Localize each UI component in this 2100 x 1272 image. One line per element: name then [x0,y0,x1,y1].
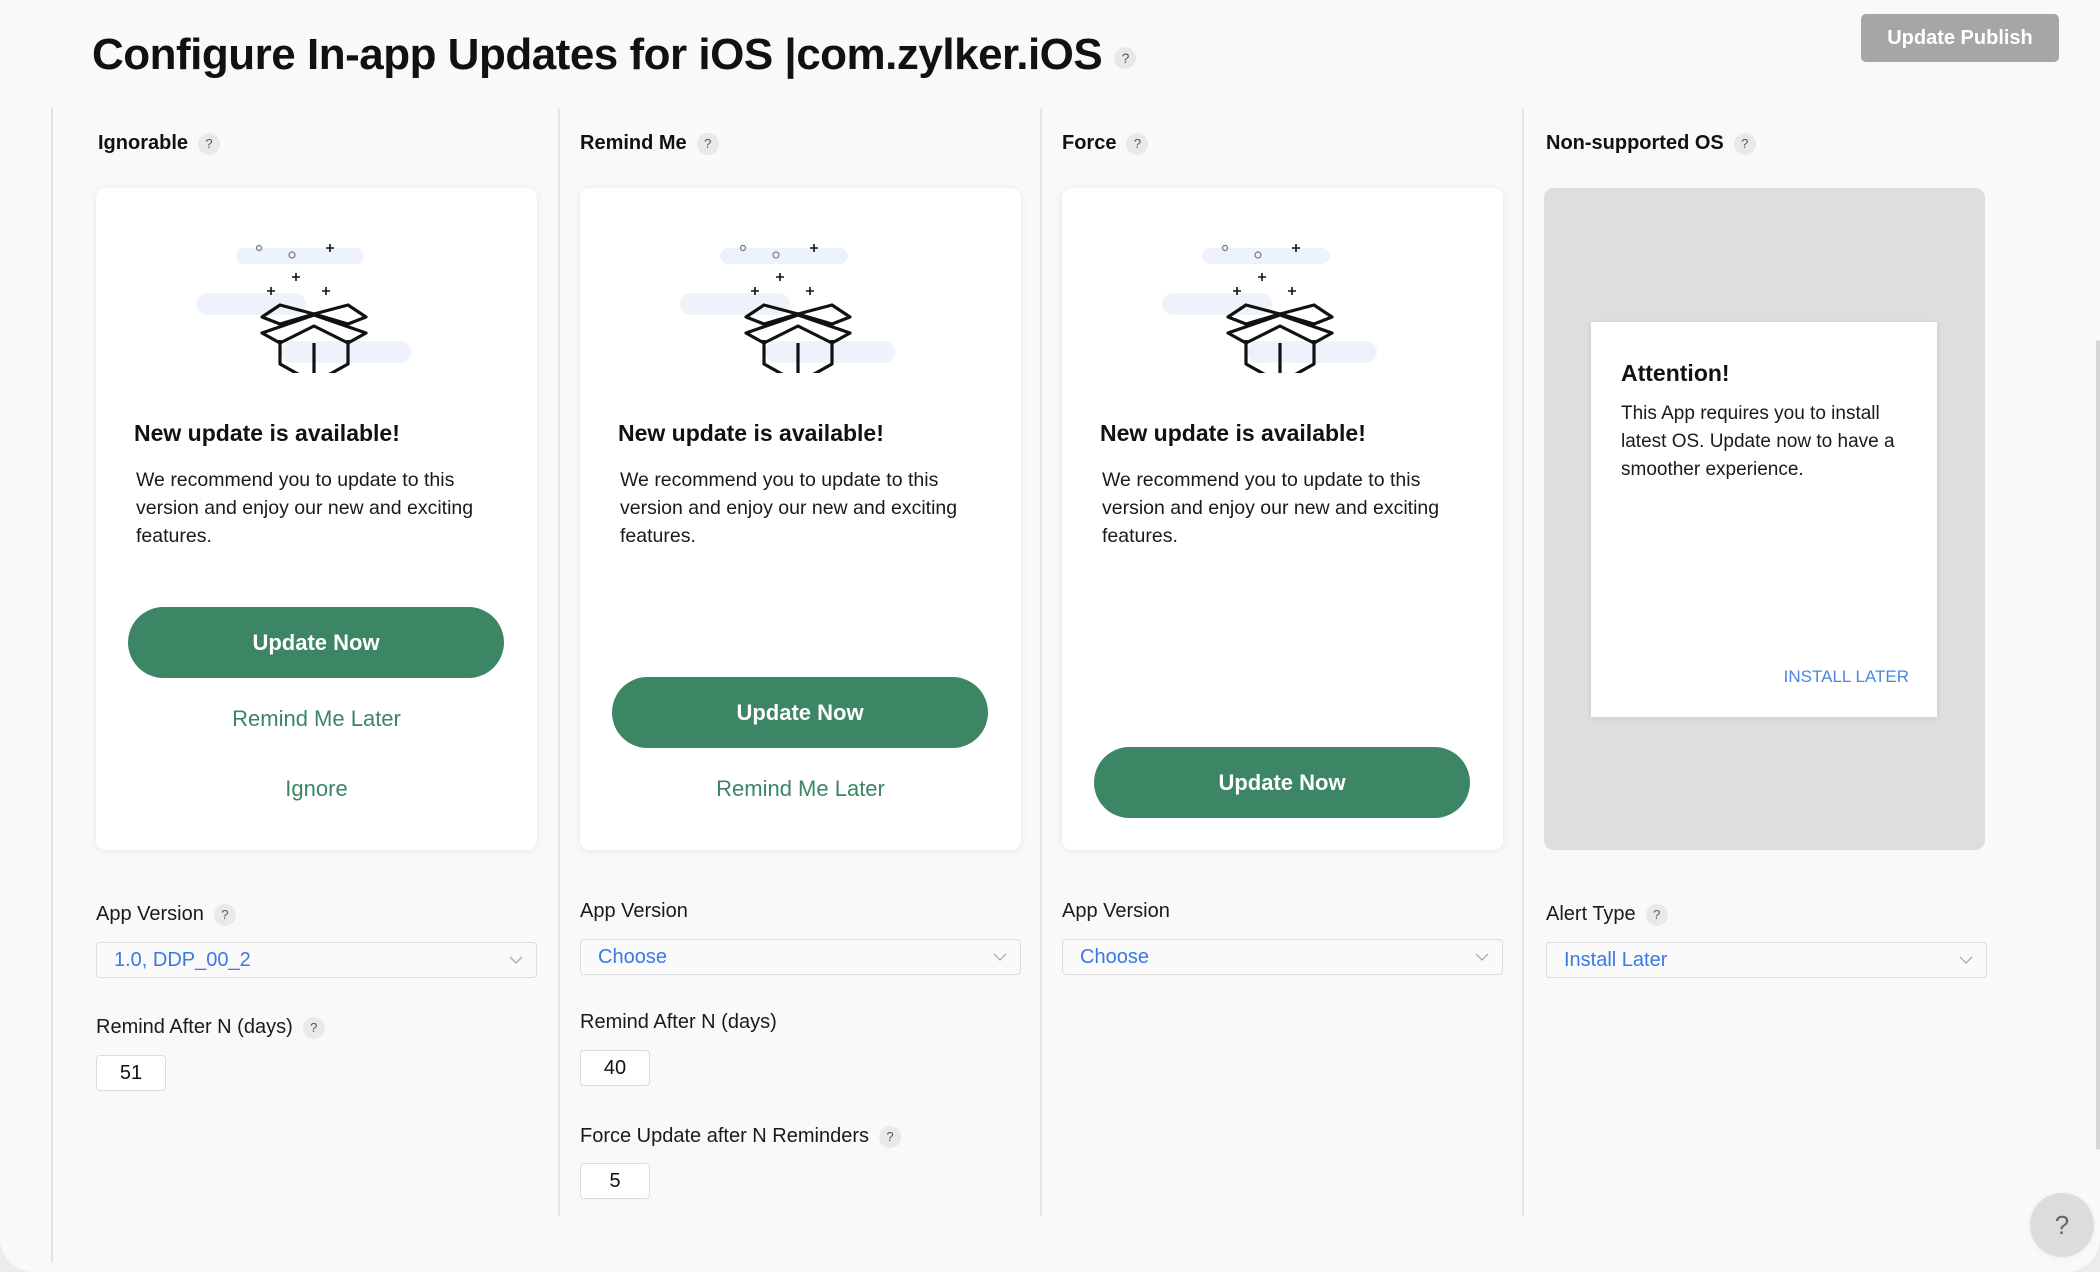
column-title-text: Force [1062,132,1117,154]
chevron-down-icon [509,956,523,964]
force-update-input[interactable] [580,1163,650,1199]
update-now-button[interactable]: Update Now [128,607,504,678]
help-icon[interactable]: ? [213,903,236,926]
card-body: We recommend you to update to this versi… [620,469,958,547]
install-later-link[interactable]: INSTALL LATER [1784,667,1909,687]
help-icon[interactable]: ? [1114,47,1137,69]
update-now-button[interactable]: Update Now [1094,747,1470,818]
column-title: Ignorable ? [98,132,221,155]
label-text: Remind After N (days) [580,1011,777,1033]
page-title: Configure In-app Updates for iOS |com.zy… [92,30,1137,80]
label-text: Force Update after N Reminders [580,1125,870,1147]
column-title-text: Remind Me [580,132,687,154]
app-version-select[interactable]: Choose [1062,939,1503,975]
label-text: App Version [96,903,204,925]
app-version-select[interactable]: Choose [580,939,1021,975]
select-value: 1.0, DDP_00_2 [114,948,251,971]
app-version-select[interactable]: 1.0, DDP_00_2 [96,942,537,978]
column-non-supported-os: Non-supported OS ? Attention! This App r… [1522,108,2022,1216]
preview-panel: Attention! This App requires you to inst… [1544,188,1985,850]
ignore-link[interactable]: Ignore [96,776,537,802]
column-remind-me: Remind Me ? New update is available! We … [558,108,1040,1216]
column-title: Remind Me ? [580,132,719,155]
select-value: Choose [1080,945,1149,968]
help-icon[interactable]: ? [1645,903,1668,926]
help-icon[interactable]: ? [198,132,221,155]
column-ignorable: Ignorable ? New update is available! We … [53,108,558,1216]
open-box-icon [196,244,411,373]
os-alert-dialog: Attention! This App requires you to inst… [1591,322,1937,717]
label-text: Remind After N (days) [96,1016,293,1038]
column-title: Non-supported OS ? [1546,132,1756,155]
remind-me-later-link[interactable]: Remind Me Later [580,776,1021,802]
alert-type-label: Alert Type ? [1546,903,1668,926]
update-publish-button[interactable]: Update Publish [1861,14,2059,62]
card-heading: New update is available! [1100,420,1366,446]
app-version-label: App Version [580,900,688,923]
help-icon[interactable]: ? [1126,132,1149,155]
card-body: We recommend you to update to this versi… [136,469,474,547]
force-update-label: Force Update after N Reminders ? [580,1125,902,1148]
open-box-icon [680,244,895,373]
help-icon[interactable]: ? [696,132,719,155]
chevron-down-icon [993,953,1007,961]
column-title: Force ? [1062,132,1149,155]
help-icon[interactable]: ? [879,1125,902,1148]
update-now-button[interactable]: Update Now [612,677,988,748]
remind-after-input[interactable] [96,1055,166,1091]
alert-type-select[interactable]: Install Later [1546,942,1987,978]
help-icon[interactable]: ? [302,1016,325,1039]
floating-help-button[interactable]: ? [2030,1193,2094,1257]
select-value: Install Later [1564,948,1668,971]
label-text: App Version [1062,900,1170,922]
preview-card: New update is available! We recommend yo… [1062,188,1503,850]
label-text: Alert Type [1546,903,1636,925]
label-text: App Version [580,900,688,922]
preview-card: New update is available! We recommend yo… [580,188,1021,850]
column-title-text: Ignorable [98,132,189,154]
remind-after-label: Remind After N (days) [580,1011,777,1034]
card-heading: New update is available! [134,420,400,446]
select-value: Choose [598,945,667,968]
alert-body: This App requires you to install latest … [1621,403,1895,480]
card-body: We recommend you to update to this versi… [1102,469,1440,547]
help-icon[interactable]: ? [1733,132,1756,155]
remind-after-input[interactable] [580,1050,650,1086]
chevron-down-icon [1959,956,1973,964]
app-version-label: App Version [1062,900,1170,923]
page-title-text: Configure In-app Updates for iOS |com.zy… [92,30,1103,79]
page: Configure In-app Updates for iOS |com.zy… [0,0,2100,1272]
card-heading: New update is available! [618,420,884,446]
preview-card: New update is available! We recommend yo… [96,188,537,850]
alert-heading: Attention! [1621,360,1730,386]
app-version-label: App Version ? [96,903,236,926]
column-force: Force ? New update is available! We reco… [1040,108,1522,1216]
remind-me-later-link[interactable]: Remind Me Later [96,706,537,732]
remind-after-label: Remind After N (days) ? [96,1016,325,1039]
vertical-scrollbar[interactable] [2096,340,2100,1150]
chevron-down-icon [1475,953,1489,961]
open-box-icon [1162,244,1377,373]
column-title-text: Non-supported OS [1546,132,1724,154]
